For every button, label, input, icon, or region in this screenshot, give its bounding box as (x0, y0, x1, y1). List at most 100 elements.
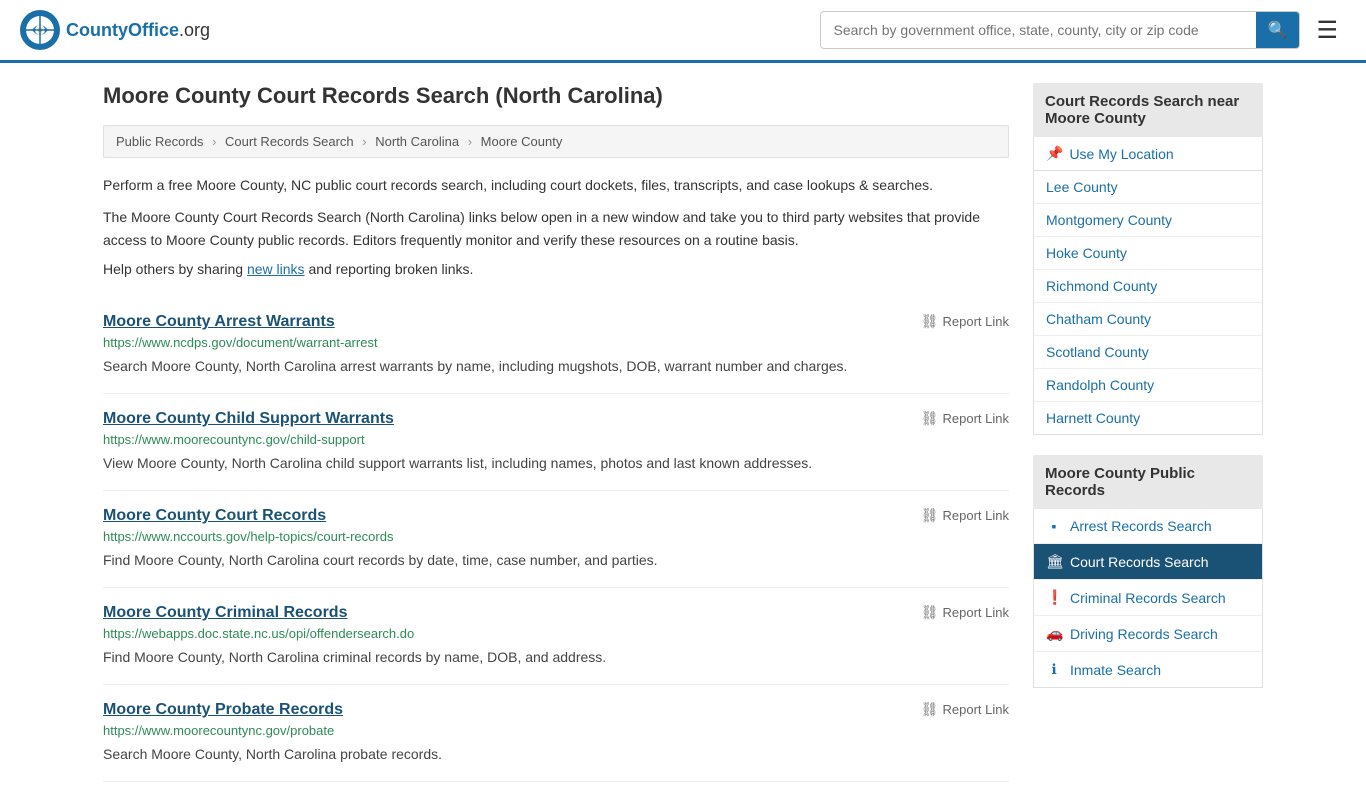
pr-label: Criminal Records Search (1070, 590, 1226, 606)
sidebar: Court Records Search near Moore County 📌… (1033, 83, 1263, 782)
nearby-county-item[interactable]: Harnett County (1034, 402, 1262, 434)
breadcrumb: Public Records › Court Records Search › … (103, 125, 1009, 158)
result-url[interactable]: https://www.nccourts.gov/help-topics/cou… (103, 529, 1009, 544)
page-title: Moore County Court Records Search (North… (103, 83, 1009, 109)
nearby-county-item[interactable]: Lee County (1034, 171, 1262, 204)
nearby-county-link[interactable]: Chatham County (1046, 311, 1151, 327)
nearby-county-item[interactable]: Scotland County (1034, 336, 1262, 369)
pr-label: Court Records Search (1070, 554, 1209, 570)
public-record-item[interactable]: ▪ Arrest Records Search (1034, 509, 1262, 544)
result-header: Moore County Arrest Warrants ⛓ Report Li… (103, 313, 1009, 331)
page-header: CountyOffice.org 🔍 ☰ (0, 0, 1366, 63)
report-link-label: Report Link (943, 314, 1009, 329)
public-record-link[interactable]: ▪ Arrest Records Search (1034, 509, 1262, 543)
report-link-icon: ⛓ (921, 507, 939, 524)
public-records-section: Moore County Public Records ▪ Arrest Rec… (1033, 455, 1263, 688)
pr-icon: ❗ (1046, 589, 1062, 606)
use-my-location-link[interactable]: Use My Location (1069, 146, 1173, 162)
main-container: Moore County Court Records Search (North… (83, 63, 1283, 802)
result-desc: Search Moore County, North Carolina prob… (103, 744, 1009, 765)
report-link-icon: ⛓ (921, 701, 939, 718)
location-pin-icon: 📌 (1046, 145, 1063, 162)
nearby-county-item[interactable]: Richmond County (1034, 270, 1262, 303)
breadcrumb-court-records[interactable]: Court Records Search (225, 134, 354, 149)
pr-icon: ℹ (1046, 661, 1062, 678)
report-link[interactable]: ⛓ Report Link (921, 701, 1009, 718)
nearby-county-link[interactable]: Scotland County (1046, 344, 1149, 360)
nearby-title: Court Records Search near Moore County (1033, 83, 1263, 137)
result-item: Moore County Court Records ⛓ Report Link… (103, 491, 1009, 588)
nearby-county-link[interactable]: Randolph County (1046, 377, 1154, 393)
result-desc: Find Moore County, North Carolina crimin… (103, 647, 1009, 668)
nearby-county-link[interactable]: Richmond County (1046, 278, 1157, 294)
result-header: Moore County Child Support Warrants ⛓ Re… (103, 410, 1009, 428)
logo-area[interactable]: CountyOffice.org (20, 10, 210, 50)
report-link[interactable]: ⛓ Report Link (921, 313, 1009, 330)
nearby-list: 📌 Use My Location (1033, 137, 1263, 171)
result-url[interactable]: https://www.moorecountync.gov/child-supp… (103, 432, 1009, 447)
report-link-icon: ⛓ (921, 313, 939, 330)
use-my-location-item[interactable]: 📌 Use My Location (1034, 137, 1262, 170)
report-link-icon: ⛓ (921, 410, 939, 427)
result-header: Moore County Criminal Records ⛓ Report L… (103, 604, 1009, 622)
breadcrumb-north-carolina[interactable]: North Carolina (375, 134, 459, 149)
result-title[interactable]: Moore County Child Support Warrants (103, 410, 394, 428)
public-record-item[interactable]: 🏛 Court Records Search (1034, 544, 1262, 580)
result-title[interactable]: Moore County Court Records (103, 507, 326, 525)
result-url[interactable]: https://www.ncdps.gov/document/warrant-a… (103, 335, 1009, 350)
logo-text: CountyOffice.org (66, 20, 210, 41)
public-record-link[interactable]: ❗ Criminal Records Search (1034, 580, 1262, 615)
menu-icon[interactable]: ☰ (1308, 12, 1346, 49)
public-record-item[interactable]: ℹ Inmate Search (1034, 652, 1262, 687)
nearby-county-link[interactable]: Harnett County (1046, 410, 1140, 426)
breadcrumb-moore-county[interactable]: Moore County (481, 134, 563, 149)
nearby-county-item[interactable]: Montgomery County (1034, 204, 1262, 237)
search-button[interactable]: 🔍 (1256, 12, 1300, 48)
search-input[interactable] (821, 14, 1255, 46)
report-link-icon: ⛓ (921, 604, 939, 621)
result-item: Moore County Arrest Warrants ⛓ Report Li… (103, 297, 1009, 394)
search-box: 🔍 (820, 11, 1300, 49)
result-title[interactable]: Moore County Probate Records (103, 701, 343, 719)
new-links-link[interactable]: new links (247, 261, 305, 277)
pr-icon: ▪ (1046, 518, 1062, 534)
report-link-label: Report Link (943, 605, 1009, 620)
public-record-link[interactable]: 🚗 Driving Records Search (1034, 616, 1262, 651)
pr-label: Driving Records Search (1070, 626, 1218, 642)
result-url[interactable]: https://webapps.doc.state.nc.us/opi/offe… (103, 626, 1009, 641)
public-record-item[interactable]: 🚗 Driving Records Search (1034, 616, 1262, 652)
search-area: 🔍 ☰ (820, 11, 1346, 49)
result-desc: View Moore County, North Carolina child … (103, 453, 1009, 474)
results-container: Moore County Arrest Warrants ⛓ Report Li… (103, 297, 1009, 782)
result-item: Moore County Criminal Records ⛓ Report L… (103, 588, 1009, 685)
pr-label: Inmate Search (1070, 662, 1161, 678)
report-link[interactable]: ⛓ Report Link (921, 507, 1009, 524)
public-record-link[interactable]: 🏛 Court Records Search (1034, 544, 1262, 579)
pr-icon: 🏛 (1046, 553, 1062, 570)
result-title[interactable]: Moore County Criminal Records (103, 604, 347, 622)
nearby-county-item[interactable]: Randolph County (1034, 369, 1262, 402)
public-record-item[interactable]: ❗ Criminal Records Search (1034, 580, 1262, 616)
search-icon: 🔍 (1268, 22, 1288, 39)
nearby-county-item[interactable]: Chatham County (1034, 303, 1262, 336)
result-desc: Search Moore County, North Carolina arre… (103, 356, 1009, 377)
public-records-title: Moore County Public Records (1033, 455, 1263, 509)
intro-paragraph-1: Perform a free Moore County, NC public c… (103, 174, 1009, 196)
nearby-county-item[interactable]: Hoke County (1034, 237, 1262, 270)
nearby-county-link[interactable]: Lee County (1046, 179, 1118, 195)
nearby-county-link[interactable]: Montgomery County (1046, 212, 1172, 228)
result-url[interactable]: https://www.moorecountync.gov/probate (103, 723, 1009, 738)
report-link[interactable]: ⛓ Report Link (921, 410, 1009, 427)
main-content: Moore County Court Records Search (North… (103, 83, 1009, 782)
logo-icon (20, 10, 60, 50)
public-record-link[interactable]: ℹ Inmate Search (1034, 652, 1262, 687)
report-link-label: Report Link (943, 508, 1009, 523)
breadcrumb-public-records[interactable]: Public Records (116, 134, 203, 149)
result-title[interactable]: Moore County Arrest Warrants (103, 313, 335, 331)
help-text: Help others by sharing new links and rep… (103, 261, 1009, 277)
pr-label: Arrest Records Search (1070, 518, 1212, 534)
nearby-county-link[interactable]: Hoke County (1046, 245, 1127, 261)
report-link[interactable]: ⛓ Report Link (921, 604, 1009, 621)
pr-icon: 🚗 (1046, 625, 1062, 642)
report-link-label: Report Link (943, 411, 1009, 426)
